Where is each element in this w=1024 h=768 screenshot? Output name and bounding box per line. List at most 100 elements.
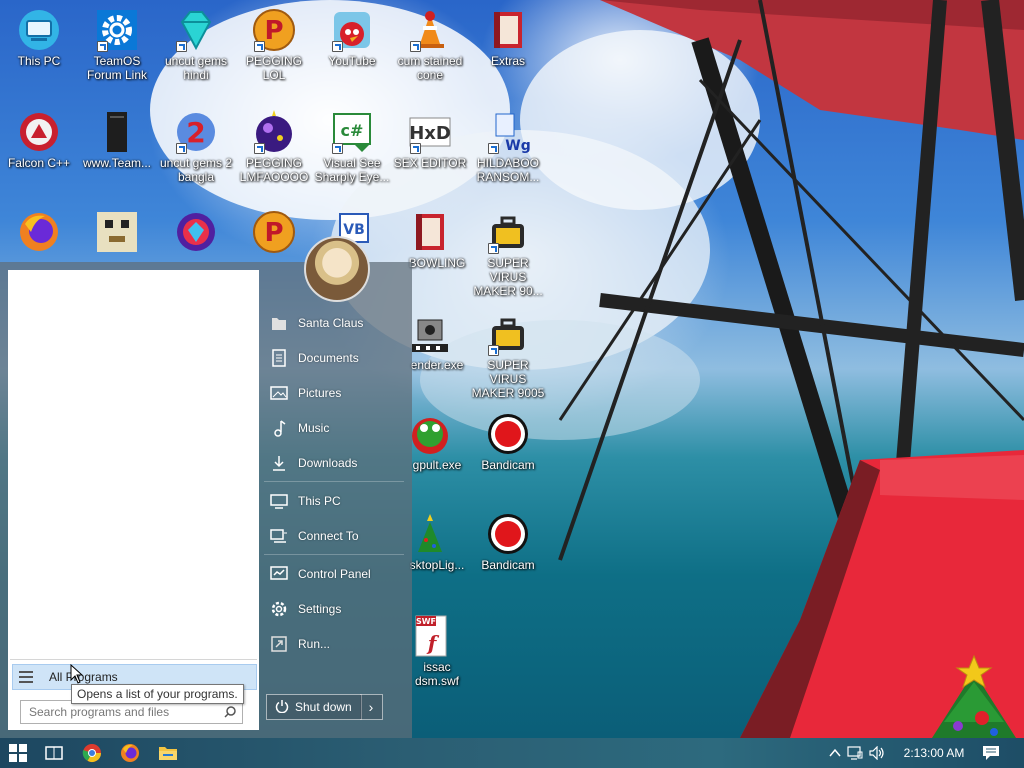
downloads-icon	[270, 454, 288, 472]
traffic-cone-icon	[408, 8, 452, 52]
shortcut-arrow-icon	[488, 345, 499, 356]
start-menu-separator	[10, 659, 257, 660]
speaker-icon	[869, 746, 884, 760]
desktop-icon-super-virus-maker-9005[interactable]: SUPER VIRUS MAKER 9005	[469, 312, 547, 400]
black-file-icon	[95, 110, 139, 154]
desktop-icon-uncut-gems-hindi[interactable]: uncut gems hindi	[157, 8, 235, 82]
notification-icon	[983, 746, 999, 760]
desktop-icon-firefox[interactable]	[0, 210, 78, 256]
desktop-icon-visual-see-sharply[interactable]: c# Visual See Sharply Eye...	[313, 110, 391, 184]
desktop-icon-teamos-forum-link[interactable]: TeamOS Forum Link	[78, 8, 156, 82]
network-icon	[847, 746, 863, 760]
volume-tray-button[interactable]	[866, 746, 888, 760]
desktop-icon-extras[interactable]: Extras	[469, 8, 547, 68]
chevron-up-icon	[829, 748, 841, 756]
angry-bird-icon	[330, 8, 374, 52]
record-icon	[486, 412, 530, 456]
record-icon	[486, 512, 530, 556]
taskbar-chrome-button[interactable]	[74, 738, 110, 768]
shortcut-arrow-icon	[332, 41, 343, 52]
desktop-icon-pegging-lol[interactable]: P PEGGING LOL	[235, 8, 313, 82]
shutdown-label: Shut down	[295, 700, 352, 714]
settings-icon	[270, 600, 288, 618]
christmas-tree-icon	[408, 512, 452, 556]
christmas-tree-decoration	[932, 654, 1016, 738]
desktop-icon-bowling[interactable]: BOWLING	[391, 210, 469, 270]
pictures-icon	[270, 384, 288, 402]
desktop-icon-www-team[interactable]: www.Team...	[78, 110, 156, 170]
gear-icon	[95, 8, 139, 52]
shortcut-arrow-icon	[332, 143, 343, 154]
flash-file-icon: SWF f	[408, 614, 452, 658]
place-documents[interactable]: Documents	[262, 341, 407, 374]
taskbar: 2:13:00 AM	[0, 738, 1024, 768]
taskbar-firefox-button[interactable]	[112, 738, 148, 768]
documents-icon	[270, 348, 288, 367]
shutdown-button[interactable]: Shut down	[266, 694, 362, 720]
desktop-icon-pegging-lmfaoooo[interactable]: PEGGING LMFAOOOO	[235, 110, 313, 184]
windows-logo-icon	[9, 744, 27, 762]
taskbar-file-explorer-button[interactable]	[150, 738, 186, 768]
svg-text:P: P	[264, 16, 283, 46]
desktop-icon-pixel-dog[interactable]	[78, 210, 156, 256]
shortcut-arrow-icon	[254, 143, 265, 154]
desktop-icon-sex-editor[interactable]: HxD SEX EDITOR	[391, 110, 469, 170]
svg-text:2: 2	[186, 116, 205, 149]
folder-icon	[159, 747, 177, 760]
list-icon	[19, 671, 33, 683]
desktop-icon-bandicam-2[interactable]: Bandicam	[469, 512, 547, 572]
place-connect-to[interactable]: Connect To	[262, 519, 407, 552]
place-settings[interactable]: Settings	[262, 592, 407, 625]
network-tray-button[interactable]	[844, 746, 866, 760]
system-tray	[826, 738, 888, 768]
desktop-icon-bandicam[interactable]: Bandicam	[469, 412, 547, 472]
place-run[interactable]: Run...	[262, 627, 407, 660]
start-menu: All Programs Search programs and files S…	[0, 262, 412, 738]
svg-text:HxD: HxD	[409, 123, 451, 144]
shortcut-arrow-icon	[410, 41, 421, 52]
yellow-suitcase-icon	[486, 210, 530, 254]
svg-text:P: P	[264, 218, 283, 248]
desktop-icon-p-logo[interactable]: P	[235, 210, 313, 256]
start-button[interactable]	[0, 738, 36, 768]
desktop-icon-gem-ring[interactable]	[157, 210, 235, 256]
purple-orb-icon	[252, 110, 296, 154]
shortcut-arrow-icon	[488, 143, 499, 154]
place-downloads[interactable]: Downloads	[262, 446, 407, 479]
desktop-icon-this-pc[interactable]: This PC	[0, 8, 78, 68]
shortcut-arrow-icon	[97, 41, 108, 52]
place-this-pc[interactable]: This PC	[262, 484, 407, 517]
desktop-icon-uncut-gems-2-bangla[interactable]: 2 uncut gems 2 bangla	[157, 110, 235, 184]
user-folder-icon	[270, 314, 288, 332]
yellow-suitcase-icon	[486, 312, 530, 356]
place-santa-claus[interactable]: Santa Claus	[262, 306, 407, 339]
action-center-button[interactable]	[976, 738, 1006, 768]
svg-text:Wg: Wg	[505, 138, 530, 154]
show-hidden-icons-button[interactable]	[826, 746, 844, 761]
red-book-icon	[486, 8, 530, 52]
place-control-panel[interactable]: Control Panel	[262, 557, 407, 590]
places-separator	[264, 554, 404, 555]
taskbar-task-view-button[interactable]	[36, 738, 72, 768]
svg-text:c#: c#	[341, 121, 364, 140]
computer-icon	[17, 8, 61, 52]
firefox-icon	[17, 210, 61, 254]
control-panel-icon	[270, 565, 288, 583]
place-music[interactable]: Music	[262, 411, 407, 444]
desktop-icon-hildaboo-ransom[interactable]: Wg HILDABOO RANSOM...	[469, 110, 547, 184]
shortcut-arrow-icon	[488, 243, 499, 254]
place-pictures[interactable]: Pictures	[262, 376, 407, 409]
film-robot-icon	[408, 312, 452, 356]
shutdown-options-button[interactable]: ›	[360, 694, 383, 720]
taskbar-clock[interactable]: 2:13:00 AM	[896, 738, 972, 768]
desktop-icon-falcon-cpp[interactable]: Falcon C++	[0, 110, 78, 170]
number-two-icon: 2	[174, 110, 218, 154]
desktop-icon-super-virus-maker-90[interactable]: SUPER VIRUS MAKER 90...	[469, 210, 547, 298]
hxd-hex-editor-icon: HxD	[408, 110, 452, 154]
p-logo-icon: P	[252, 8, 296, 52]
desktop-icon-cum-stained-cone[interactable]: cum stained cone	[391, 8, 469, 82]
user-avatar[interactable]	[304, 236, 370, 302]
pixel-art-icon	[95, 210, 139, 254]
desktop-icon-youtube[interactable]: YouTube	[313, 8, 391, 68]
chevron-right-icon: ›	[368, 699, 374, 715]
